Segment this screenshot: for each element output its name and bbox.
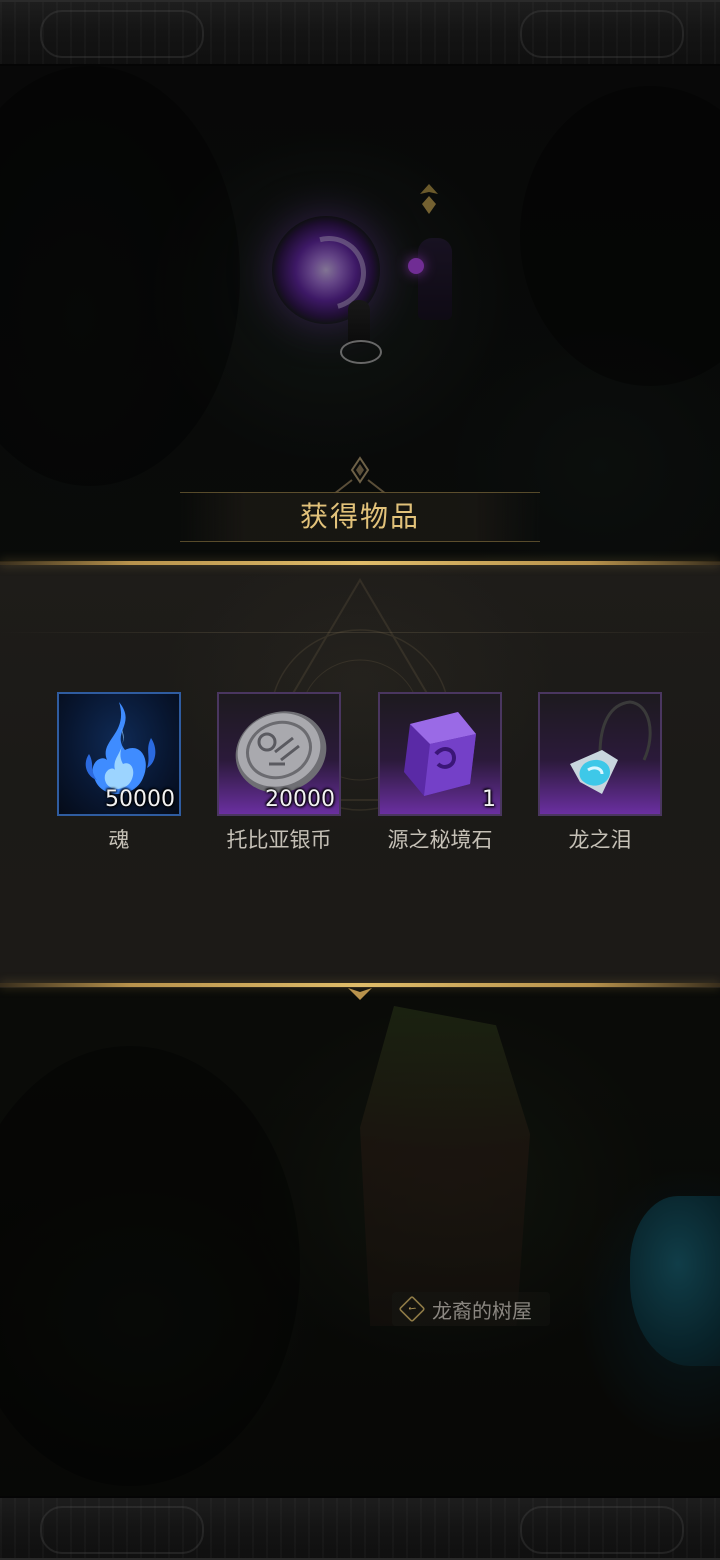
reward-name: 魂 [108, 828, 130, 852]
frame-ornament [40, 1506, 204, 1554]
location-name: 龙裔的树屋 [432, 1298, 532, 1323]
reward-quantity: 20000 [265, 787, 335, 812]
location-label[interactable]: ✓ 龙裔的树屋 [392, 1292, 550, 1326]
reward-slot[interactable]: 1 [378, 692, 502, 816]
reward-name: 托比亚银币 [226, 828, 332, 852]
frame-ornament [520, 1506, 684, 1554]
reward-quantity: 1 [482, 787, 496, 812]
reward-slot[interactable] [538, 692, 662, 816]
dialog-title-bar: 获得物品 [180, 492, 540, 542]
location-check-icon: ✓ [398, 1295, 426, 1323]
reward-name: 源之秘境石 [387, 828, 493, 852]
reward-item[interactable]: 1 源之秘境石 [378, 692, 502, 854]
dialog-bottom-crest [348, 988, 372, 1000]
reward-item[interactable]: 50000 魂 [57, 692, 181, 854]
reward-item[interactable]: 龙之泪 [538, 692, 662, 854]
reward-slot[interactable]: 20000 [217, 692, 341, 816]
top-frame [0, 0, 720, 66]
frame-ornament [40, 10, 204, 58]
reward-items-list: 50000 魂 20000 托比亚银币 1 源之秘境石 龙之泪 [57, 692, 663, 862]
reward-name: 龙之泪 [568, 828, 632, 852]
dialog-crest-ornament [333, 456, 387, 495]
dialog-title: 获得物品 [299, 500, 420, 533]
reward-slot[interactable]: 50000 [57, 692, 181, 816]
dragon-tear-pendant-icon [570, 700, 652, 794]
game-screen: ✓ 龙裔的树屋 获得物品 50000 魂 20000 托比亚银币 1 源之秘境石… [0, 0, 720, 1560]
bottom-frame [0, 1496, 720, 1560]
reward-item[interactable]: 20000 托比亚银币 [217, 692, 341, 854]
frame-ornament [520, 10, 684, 58]
reward-quantity: 50000 [105, 787, 175, 812]
